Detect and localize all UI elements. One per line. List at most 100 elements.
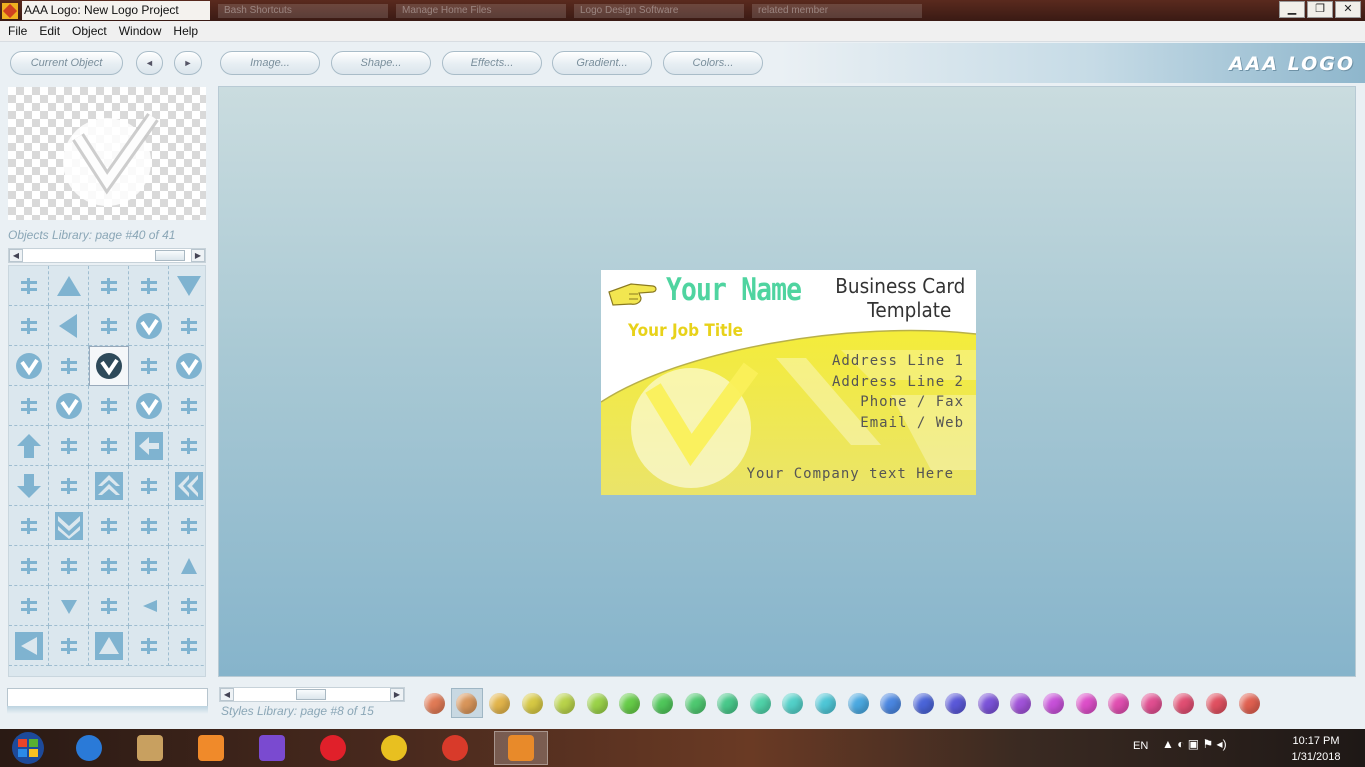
hook-icon[interactable]: [49, 466, 89, 506]
down-triangle-icon[interactable]: [169, 266, 205, 306]
step-icon[interactable]: [49, 546, 89, 586]
style-swatch[interactable]: [581, 688, 614, 718]
grid-icon[interactable]: [129, 546, 169, 586]
menu-window[interactable]: Window: [113, 24, 168, 38]
style-swatch[interactable]: [450, 688, 484, 718]
equals-icon[interactable]: [89, 306, 129, 346]
style-swatch[interactable]: [679, 688, 712, 718]
taskbar-explorer[interactable]: [123, 731, 177, 765]
return-icon[interactable]: [9, 546, 49, 586]
style-swatch[interactable]: [711, 688, 744, 718]
style-swatch[interactable]: [744, 688, 777, 718]
style-swatch[interactable]: [874, 688, 907, 718]
h-icon[interactable]: [169, 426, 205, 466]
background-tab[interactable]: Manage Home Files: [396, 3, 566, 18]
menu-help[interactable]: Help: [167, 24, 204, 38]
taskbar-aaa-logo[interactable]: [494, 731, 548, 765]
corner-r-icon[interactable]: [49, 626, 89, 666]
style-swatch[interactable]: [777, 688, 810, 718]
style-swatch[interactable]: [1102, 688, 1135, 718]
style-swatch[interactable]: [548, 688, 581, 718]
circle-up-icon[interactable]: [129, 306, 169, 346]
up-box-icon[interactable]: [89, 626, 129, 666]
bird-icon[interactable]: [89, 266, 129, 306]
taskbar-settings[interactable]: [428, 731, 482, 765]
style-swatch[interactable]: [1037, 688, 1070, 718]
left-small-icon[interactable]: [129, 586, 169, 626]
link-icon[interactable]: [129, 346, 169, 386]
taskbar-visual-studio[interactable]: [245, 731, 299, 765]
taskbar-media-player[interactable]: [184, 731, 238, 765]
previous-button[interactable]: ◄: [136, 51, 163, 75]
scroll-right-arrow-icon[interactable]: ▶: [390, 688, 404, 701]
effects-button[interactable]: Effects...: [442, 51, 542, 75]
objects-library-scrollbar[interactable]: ◀ ▶: [8, 248, 206, 263]
info-icon[interactable]: [169, 586, 205, 626]
circle-check-icon[interactable]: [89, 346, 129, 386]
background-tab[interactable]: Logo Design Software: [574, 3, 744, 18]
double-up-icon[interactable]: [89, 466, 129, 506]
t-icon[interactable]: [169, 506, 205, 546]
shape-button[interactable]: Shape...: [331, 51, 431, 75]
scroll-right-arrow-icon[interactable]: ▶: [191, 249, 205, 262]
style-swatch[interactable]: [842, 688, 875, 718]
frame-icon[interactable]: [169, 306, 205, 346]
next-button[interactable]: ►: [174, 51, 202, 75]
arrow-left-box-icon[interactable]: [129, 426, 169, 466]
double-down-box-icon[interactable]: [49, 506, 89, 546]
close-button[interactable]: ✕: [1335, 1, 1361, 18]
style-swatch[interactable]: [516, 688, 549, 718]
style-swatch[interactable]: [614, 688, 647, 718]
triangle-small-icon[interactable]: [169, 546, 205, 586]
style-swatch[interactable]: [1005, 688, 1038, 718]
e-icon[interactable]: [129, 466, 169, 506]
bracket-icon[interactable]: [9, 266, 49, 306]
menu-object[interactable]: Object: [66, 24, 113, 38]
style-swatch[interactable]: [1200, 688, 1233, 718]
style-swatch[interactable]: [646, 688, 679, 718]
clock[interactable]: 10:17 PM 1/31/2018: [1280, 733, 1352, 765]
business-card[interactable]: Your Name Business Card Template Your Jo…: [601, 270, 976, 495]
left-triangle-icon[interactable]: [49, 306, 89, 346]
dots-icon[interactable]: [9, 306, 49, 346]
minimize-button[interactable]: ▁: [1279, 1, 1305, 18]
arrow-down-icon[interactable]: [9, 466, 49, 506]
circle-split-icon[interactable]: [49, 386, 89, 426]
scroll-thumb[interactable]: [296, 689, 326, 700]
circle-left-icon[interactable]: [9, 346, 49, 386]
colors-button[interactable]: Colors...: [663, 51, 763, 75]
scroll-left-arrow-icon[interactable]: ◀: [9, 249, 23, 262]
style-swatch[interactable]: [483, 688, 516, 718]
pi-icon[interactable]: [9, 506, 49, 546]
maximize-button[interactable]: ❐: [1307, 1, 1333, 18]
circle-y-icon[interactable]: [169, 346, 205, 386]
background-tab[interactable]: related member: [752, 3, 922, 18]
animal-icon[interactable]: [49, 426, 89, 466]
circle-fork-icon[interactable]: [129, 386, 169, 426]
current-object-button[interactable]: Current Object: [10, 51, 123, 75]
align-icon[interactable]: [89, 386, 129, 426]
style-swatch[interactable]: [940, 688, 973, 718]
step-r-icon[interactable]: [169, 626, 205, 666]
scroll-left-arrow-icon[interactable]: ◀: [220, 688, 234, 701]
triangle-icon[interactable]: [49, 266, 89, 306]
language-indicator[interactable]: EN: [1133, 740, 1148, 752]
plug-icon[interactable]: [9, 586, 49, 626]
gradient-button[interactable]: Gradient...: [552, 51, 652, 75]
style-swatch[interactable]: [907, 688, 940, 718]
system-tray-icons[interactable]: ▲ ◐ ▣ ⚑ ◂): [1162, 737, 1227, 751]
taskbar-chrome[interactable]: [367, 731, 421, 765]
style-swatch[interactable]: [1168, 688, 1201, 718]
connector-icon[interactable]: [49, 346, 89, 386]
cross-bar-icon[interactable]: [89, 426, 129, 466]
corner-l-icon[interactable]: [89, 586, 129, 626]
plusminus-icon[interactable]: [9, 386, 49, 426]
background-tab[interactable]: Bash Shortcuts: [218, 3, 388, 18]
style-swatch[interactable]: [972, 688, 1005, 718]
down-small-icon[interactable]: [49, 586, 89, 626]
menu-file[interactable]: File: [2, 24, 33, 38]
style-swatch[interactable]: [809, 688, 842, 718]
taskbar-ie[interactable]: [62, 731, 116, 765]
taskbar-opera[interactable]: [306, 731, 360, 765]
style-swatch[interactable]: [1233, 688, 1266, 718]
